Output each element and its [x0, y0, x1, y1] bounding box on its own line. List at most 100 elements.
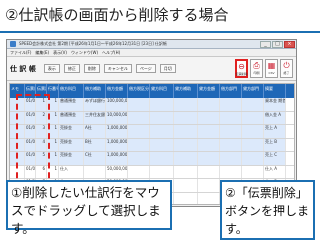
exit-button[interactable]: ⏻ 終了 [280, 59, 293, 78]
table-cell[interactable]: 資本金 期首 [264, 98, 286, 111]
table-cell[interactable] [150, 98, 174, 111]
table-cell[interactable]: みずほ銀行 [84, 98, 106, 111]
table-cell[interactable] [198, 179, 220, 192]
table-cell[interactable] [128, 111, 150, 124]
column-header[interactable]: 摘要 [264, 84, 286, 98]
close-button[interactable]: × [284, 40, 295, 48]
table-cell[interactable]: 10,000,000 [106, 111, 128, 124]
table-cell[interactable]: 売掛金 [59, 125, 84, 138]
menu-edit[interactable]: 編集(E) [35, 50, 49, 56]
toolbar-button-month[interactable]: 月切 [159, 64, 176, 73]
table-cell[interactable]: 売掛金 [59, 152, 84, 165]
minimize-button[interactable]: _ [260, 40, 271, 48]
table-cell[interactable] [174, 111, 198, 124]
table-cell[interactable]: 1,000,000 [106, 138, 128, 151]
column-header[interactable]: 借方部門 [220, 84, 242, 98]
table-cell[interactable]: A社 [84, 125, 106, 138]
table-row[interactable]: 01/0141売掛金B社1,000,000売上 B [10, 138, 294, 152]
toolbar-button-cancel[interactable]: キャンセル [103, 64, 132, 73]
maximize-button[interactable]: □ [272, 40, 283, 48]
table-cell[interactable] [150, 111, 174, 124]
table-cell[interactable] [242, 165, 264, 178]
table-cell[interactable]: 借入金 A [264, 111, 286, 124]
table-cell[interactable] [128, 152, 150, 165]
table-cell[interactable]: 売掛金 [59, 138, 84, 151]
table-cell[interactable] [220, 138, 242, 151]
toolbar-button-view[interactable]: 表示 [43, 64, 60, 73]
table-row[interactable]: 01/0131売掛金A社1,000,000売上 A [10, 125, 294, 139]
table-cell[interactable] [198, 192, 220, 204]
column-header[interactable]: 貸方補助 [174, 84, 198, 98]
column-header[interactable]: 貸方部門 [242, 84, 264, 98]
toolbar-button-delete[interactable]: 削除 [83, 64, 100, 73]
table-cell[interactable]: 普通預金 [59, 111, 84, 124]
table-cell[interactable]: C社 [84, 152, 106, 165]
voucher-delete-button[interactable]: ⊖ 伝票削除 [235, 59, 248, 78]
column-header[interactable]: 貸方科目 [150, 84, 174, 98]
table-cell[interactable] [84, 165, 106, 178]
table-cell[interactable] [174, 179, 198, 192]
table-cell[interactable]: 売上 A [264, 125, 286, 138]
column-header[interactable]: 借方補助 [84, 84, 106, 98]
table-cell[interactable]: 普通預金 [59, 98, 84, 111]
table-cell[interactable] [128, 165, 150, 178]
table-cell[interactable] [220, 165, 242, 178]
table-cell[interactable]: B社 [84, 138, 106, 151]
table-cell[interactable] [242, 138, 264, 151]
table-cell[interactable] [242, 152, 264, 165]
table-cell[interactable] [220, 98, 242, 111]
column-header[interactable]: 借方科目 [59, 84, 84, 98]
table-cell[interactable] [198, 98, 220, 111]
table-cell[interactable]: 50,000,000 [106, 165, 128, 178]
table-cell[interactable] [242, 98, 264, 111]
table-row[interactable]: 01/0121普通預金三井住友銀行10,000,000借入金 A [10, 111, 294, 125]
table-cell[interactable] [220, 152, 242, 165]
table-cell[interactable] [150, 165, 174, 178]
print-button[interactable]: ⎙ 印刷 [250, 59, 263, 78]
table-cell[interactable] [242, 111, 264, 124]
menu-file[interactable]: ファイル(F) [10, 50, 31, 56]
table-cell[interactable]: 売上 C [264, 152, 286, 165]
table-cell[interactable] [198, 165, 220, 178]
table-cell[interactable] [198, 152, 220, 165]
table-cell[interactable] [174, 98, 198, 111]
column-header[interactable]: 借方金額 [106, 84, 128, 98]
table-cell[interactable]: 1,000,000 [106, 152, 128, 165]
table-cell[interactable]: 100,000,000 [106, 98, 128, 111]
menu-view[interactable]: 表示(V) [53, 50, 67, 56]
table-cell[interactable] [174, 125, 198, 138]
table-cell[interactable]: 仕入 A [264, 165, 286, 178]
table-cell[interactable] [174, 138, 198, 151]
table-row[interactable]: 01/0151売掛金C社1,000,000売上 C [10, 152, 294, 166]
column-header[interactable]: 貸方金額 [198, 84, 220, 98]
table-cell[interactable] [220, 125, 242, 138]
table-cell[interactable]: 三井住友銀行 [84, 111, 106, 124]
toolbar-button-page[interactable]: ページ [135, 64, 156, 73]
table-cell[interactable] [220, 111, 242, 124]
table-cell[interactable] [174, 152, 198, 165]
table-cell[interactable] [150, 125, 174, 138]
csv-button[interactable]: ▦ CSV [265, 59, 278, 78]
table-cell[interactable] [174, 192, 198, 204]
table-cell[interactable] [242, 125, 264, 138]
table-cell[interactable] [128, 138, 150, 151]
csv-label: CSV [268, 71, 275, 75]
menu-help[interactable]: ヘルプ(H) [102, 50, 120, 56]
table-cell[interactable] [128, 98, 150, 111]
table-cell[interactable] [198, 111, 220, 124]
table-cell[interactable] [150, 138, 174, 151]
table-row[interactable]: 01/0111普通預金みずほ銀行100,000,000資本金 期首 [10, 98, 294, 112]
table-cell[interactable] [150, 152, 174, 165]
table-cell[interactable]: 1,000,000 [106, 125, 128, 138]
table-cell[interactable] [198, 138, 220, 151]
table-cell[interactable] [174, 165, 198, 178]
table-cell[interactable]: 仕入 [59, 165, 84, 178]
table-row[interactable]: 01/0161仕入50,000,000仕入 A [10, 165, 294, 179]
menu-window[interactable]: ウィンドウ(W) [71, 50, 98, 56]
table-cell[interactable] [198, 125, 220, 138]
table-cell[interactable] [128, 125, 150, 138]
printer-icon: ⎙ [253, 61, 260, 70]
table-cell[interactable]: 売上 B [264, 138, 286, 151]
toolbar-button-edit[interactable]: 修正 [63, 64, 80, 73]
column-header[interactable]: 借方税区分 [128, 84, 150, 98]
